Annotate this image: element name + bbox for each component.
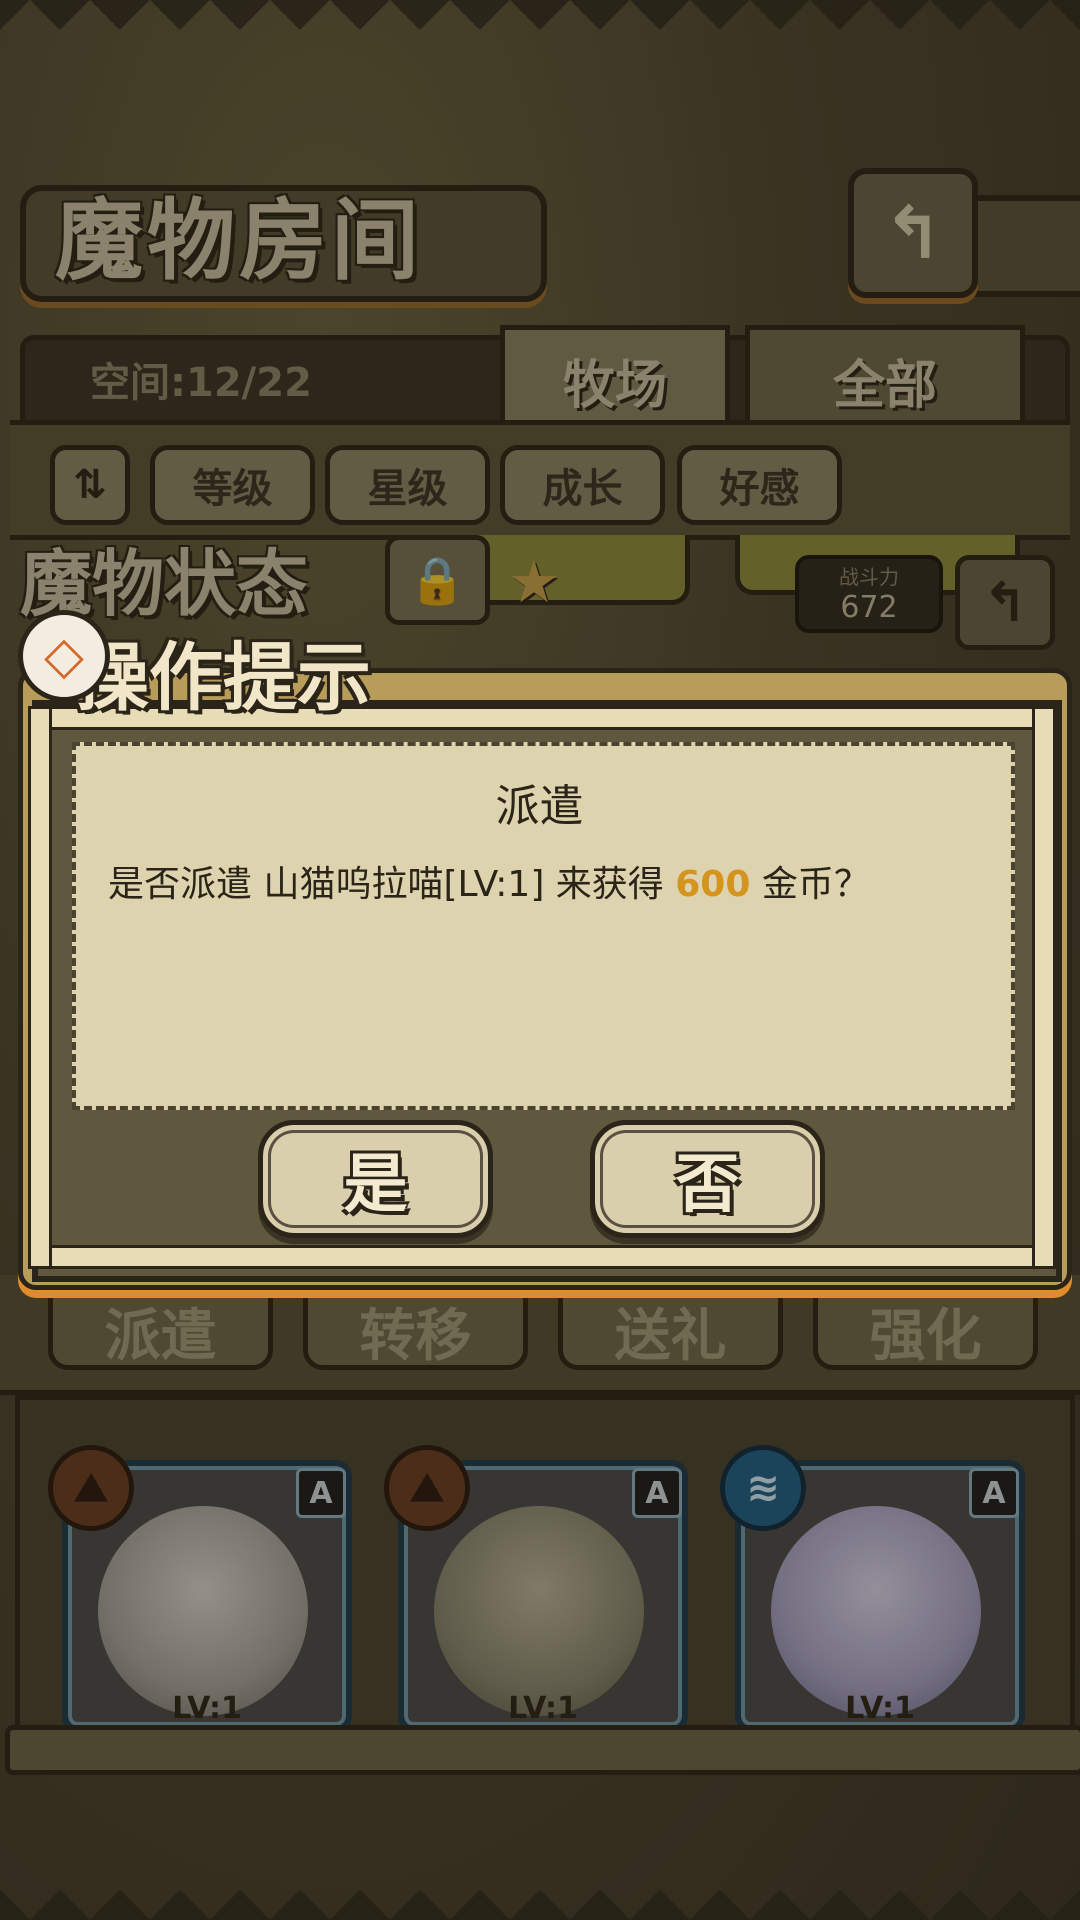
dialog-title: 派遣 bbox=[495, 781, 584, 832]
gold-amount: 600 bbox=[675, 864, 751, 905]
dialog-message-suffix: 金币？ bbox=[750, 864, 870, 905]
dialog-rail-right bbox=[1032, 706, 1056, 1269]
dialog-header: 操作提示 bbox=[75, 635, 371, 721]
no-button[interactable]: 否 bbox=[590, 1120, 825, 1238]
dialog-rail-left bbox=[28, 706, 52, 1269]
yes-button[interactable]: 是 bbox=[258, 1120, 493, 1238]
dialog-rail-bottom bbox=[30, 1245, 1054, 1269]
dialog-message: 是否派遣 山猫呜拉喵[LV:1] 来获得 600 金币？ bbox=[108, 855, 988, 907]
dialog-header-icon: ◇ bbox=[18, 610, 110, 702]
dialog-message-prefix: 是否派遣 山猫呜拉喵[LV:1] 来获得 bbox=[108, 864, 676, 905]
